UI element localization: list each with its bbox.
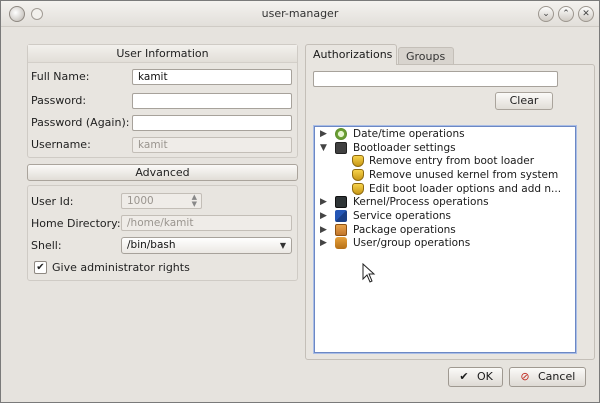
authorizations-panel: Clear ▶ Date/time operations ▼ Bootloade… (305, 64, 595, 360)
tab-groups[interactable]: Groups (398, 47, 454, 65)
expander-icon[interactable]: ▶ (320, 195, 329, 209)
user-manager-window: user-manager ⌄ ⌃ ✕ User Information Full… (0, 0, 600, 403)
expander-icon[interactable]: ▼ (320, 141, 329, 155)
users-icon (335, 237, 347, 249)
authorizations-tree[interactable]: ▶ Date/time operations ▼ Bootloader sett… (314, 126, 576, 353)
clock-icon (335, 128, 347, 140)
expander-icon[interactable]: ▶ (320, 223, 329, 237)
password-again-field[interactable] (132, 115, 292, 131)
package-icon (335, 224, 347, 236)
chevron-down-icon: ▼ (279, 241, 286, 250)
maximize-icon[interactable]: ⌃ (558, 6, 574, 22)
password-field[interactable] (132, 93, 292, 109)
full-name-label: Full Name: (31, 70, 90, 83)
authorization-filter-input[interactable] (313, 71, 558, 87)
ok-button[interactable]: ✔ OK (448, 367, 503, 387)
expander-icon[interactable]: ▶ (320, 127, 329, 141)
username-label: Username: (31, 138, 91, 151)
mouse-pointer-icon (362, 263, 376, 283)
tree-item-label: Kernel/Process operations (353, 196, 489, 208)
tree-item-label: Date/time operations (353, 128, 465, 140)
flag-icon (335, 210, 347, 222)
spin-arrows-icon: ▲ ▼ (191, 193, 197, 208)
tree-item-label: Remove entry from boot loader (369, 155, 535, 167)
home-directory-label: Home Directory: (31, 217, 121, 230)
shell-value: /bin/bash (127, 239, 176, 251)
admin-rights-checkbox[interactable]: ✔ (34, 261, 47, 274)
home-directory-field: /home/kamit (121, 215, 292, 231)
expander-icon[interactable]: ▶ (320, 209, 329, 223)
cancel-icon: ⊘ (520, 370, 530, 383)
username-field: kamit (132, 137, 292, 153)
terminal-icon (335, 196, 347, 208)
user-id-spinbox: 1000 ▲ ▼ (121, 193, 202, 209)
tree-item-label: Remove unused kernel from system (369, 169, 559, 181)
minimize-icon[interactable]: ⌄ (538, 6, 554, 22)
user-id-label: User Id: (31, 195, 74, 208)
title-bar[interactable]: user-manager ⌄ ⌃ ✕ (1, 1, 599, 27)
advanced-toggle-button[interactable]: Advanced (27, 164, 298, 181)
tree-item-label: User/group operations (353, 237, 471, 249)
shield-icon (352, 155, 364, 167)
admin-rights-label: Give administrator rights (52, 261, 190, 274)
shell-select[interactable]: /bin/bash ▼ (121, 237, 292, 254)
shield-icon (352, 183, 364, 195)
shell-label: Shell: (31, 239, 62, 252)
tree-item-label: Package operations (353, 224, 456, 236)
password-again-label: Password (Again): (31, 116, 130, 129)
expander-icon[interactable]: ▶ (320, 236, 329, 250)
clear-button[interactable]: Clear (495, 92, 553, 110)
check-icon: ✔ (459, 370, 469, 383)
password-label: Password: (31, 94, 87, 107)
user-information-header: User Information (28, 45, 297, 63)
tree-item-label: Bootloader settings (353, 142, 456, 154)
window-title: user-manager (261, 7, 339, 20)
shield-icon (352, 169, 364, 181)
tree-item-label: Service operations (353, 210, 452, 222)
cancel-button[interactable]: ⊘ Cancel (509, 367, 586, 387)
user-id-value: 1000 (127, 195, 154, 207)
tab-authorizations[interactable]: Authorizations (305, 44, 397, 65)
close-icon[interactable]: ✕ (578, 6, 594, 22)
floppy-icon (335, 142, 347, 154)
full-name-field[interactable]: kamit (132, 69, 292, 85)
tree-item-label: Edit boot loader options and add n... (369, 183, 562, 195)
